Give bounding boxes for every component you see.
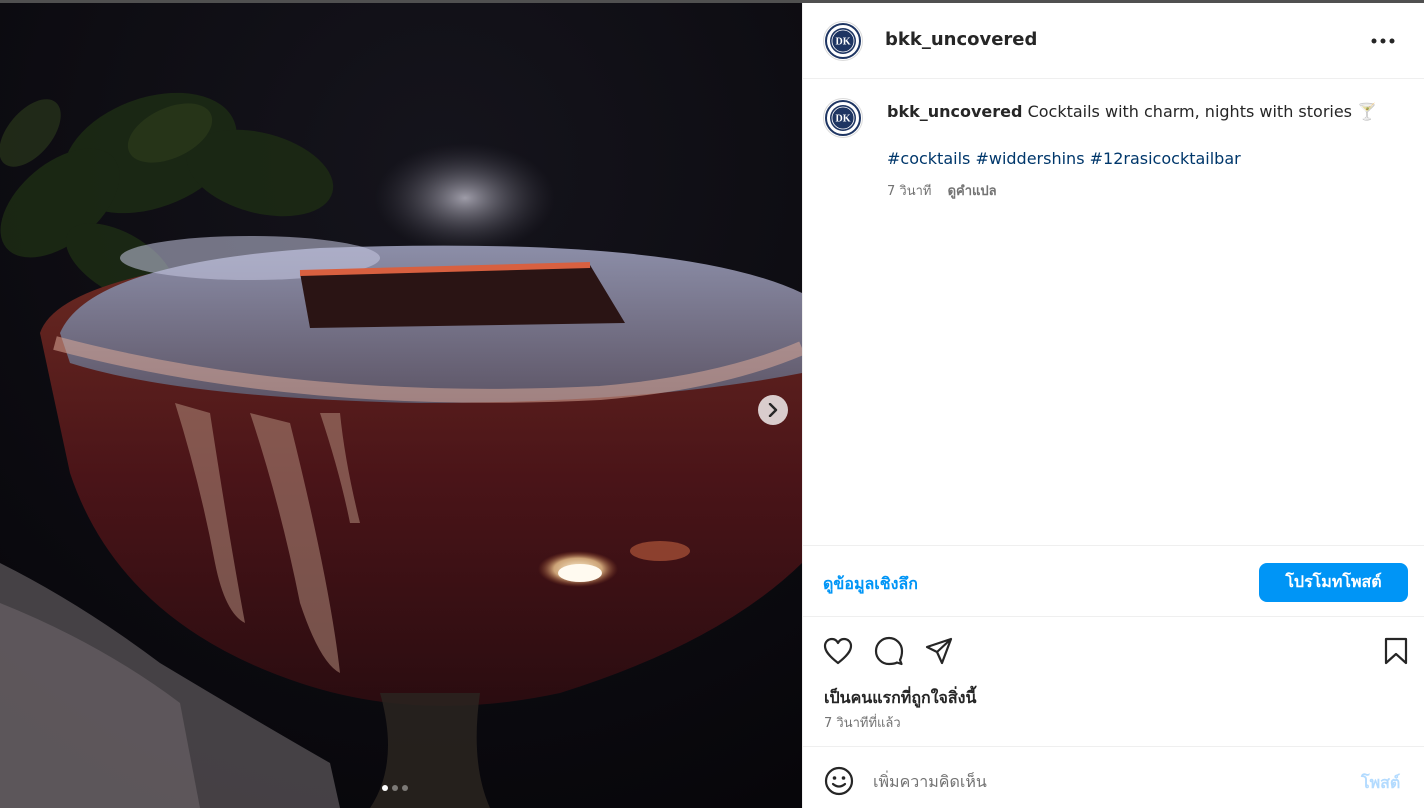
- emoji-picker-button[interactable]: [823, 765, 855, 797]
- comment-button[interactable]: [873, 635, 905, 667]
- post-comment-button[interactable]: โพสต์: [1361, 771, 1400, 796]
- caption-username[interactable]: bkk_uncovered: [887, 102, 1022, 121]
- header-username[interactable]: bkk_uncovered: [885, 29, 1037, 50]
- hashtag-link[interactable]: #cocktails: [887, 149, 970, 168]
- carousel-next-button[interactable]: [758, 395, 788, 425]
- carousel-dot: [392, 785, 398, 791]
- share-button[interactable]: [923, 635, 955, 667]
- bookmark-icon: [1384, 637, 1408, 665]
- chevron-right-icon: [768, 403, 778, 417]
- hashtag-link[interactable]: #widdershins: [975, 149, 1084, 168]
- save-button[interactable]: [1380, 635, 1412, 667]
- caption-meta: 7 วินาที ดูคำแปล: [887, 180, 997, 201]
- post-timestamp[interactable]: 7 วินาทีที่แล้ว: [824, 712, 901, 733]
- caption-body: Cocktails with charm, nights with storie…: [1027, 102, 1353, 121]
- share-icon: [925, 637, 953, 665]
- carousel-dot: [382, 785, 388, 791]
- svg-text:DK: DK: [836, 37, 851, 48]
- insights-bar: ดูข้อมูลเชิงลึก โปรโมทโพสต์: [803, 545, 1424, 617]
- post-side-panel: DK bkk_uncovered DK bkk_uncovered Cockta…: [802, 3, 1424, 808]
- emoji-icon: [824, 766, 854, 796]
- cocktail-emoji: 🍸: [1357, 102, 1378, 121]
- caption-text: bkk_uncovered Cocktails with charm, nigh…: [887, 101, 1407, 123]
- caption-time[interactable]: 7 วินาที: [887, 184, 931, 199]
- hashtag-list: #cocktails #widdershins #12rasicocktailb…: [887, 149, 1241, 168]
- avatar[interactable]: DK: [823, 21, 863, 61]
- profile-logo-icon: DK: [825, 100, 861, 136]
- comment-bar: โพสต์: [803, 746, 1424, 808]
- see-translation-link[interactable]: ดูคำแปล: [948, 184, 997, 199]
- more-horizontal-icon: [1371, 38, 1395, 44]
- comment-input[interactable]: [873, 767, 1313, 795]
- promote-post-button[interactable]: โปรโมทโพสต์: [1259, 563, 1408, 602]
- avatar[interactable]: DK: [823, 98, 863, 138]
- carousel-indicator: [382, 785, 408, 791]
- post-media[interactable]: [0, 3, 802, 808]
- profile-logo-icon: DK: [825, 23, 861, 59]
- carousel-dot: [402, 785, 408, 791]
- view-insights-link[interactable]: ดูข้อมูลเชิงลึก: [823, 572, 918, 597]
- more-options-button[interactable]: [1369, 29, 1397, 53]
- like-button[interactable]: [822, 635, 854, 667]
- cocktail-photo: [0, 3, 802, 808]
- post-header: DK bkk_uncovered: [803, 3, 1424, 79]
- svg-text:DK: DK: [836, 114, 851, 125]
- heart-icon: [823, 637, 853, 665]
- post-actions: [803, 631, 1424, 671]
- comment-icon: [874, 636, 904, 666]
- hashtag-link[interactable]: #12rasicocktailbar: [1090, 149, 1241, 168]
- likes-text[interactable]: เป็นคนแรกที่ถูกใจสิ่งนี้: [824, 686, 976, 711]
